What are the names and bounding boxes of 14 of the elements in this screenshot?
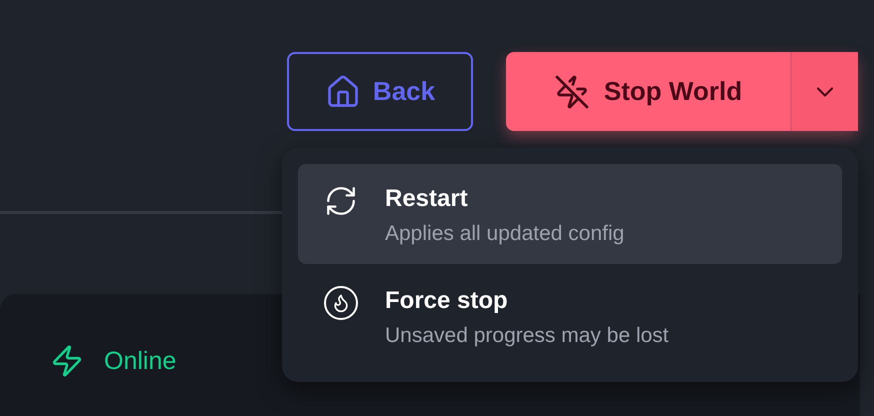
menu-item[interactable]: Force stop Unsaved progress may be lost bbox=[298, 266, 842, 366]
flame-icon bbox=[324, 286, 358, 320]
menu-item-subtitle: Applies all updated config bbox=[385, 221, 624, 247]
menu-item-title: Restart bbox=[385, 184, 469, 214]
menu-item-subtitle: Unsaved progress may be lost bbox=[385, 323, 669, 349]
refresh-icon bbox=[324, 184, 358, 218]
menu-item-title: Force stop bbox=[385, 286, 509, 316]
dropdown-toggle[interactable] bbox=[792, 52, 858, 131]
status-label: Online bbox=[104, 346, 176, 377]
stop-world-button[interactable]: Stop World bbox=[506, 52, 790, 131]
back-button[interactable]: Back bbox=[287, 52, 473, 131]
lightning-off-icon bbox=[554, 74, 590, 110]
menu-item[interactable]: Restart Applies all updated config bbox=[298, 164, 842, 264]
zap-icon bbox=[50, 344, 84, 378]
